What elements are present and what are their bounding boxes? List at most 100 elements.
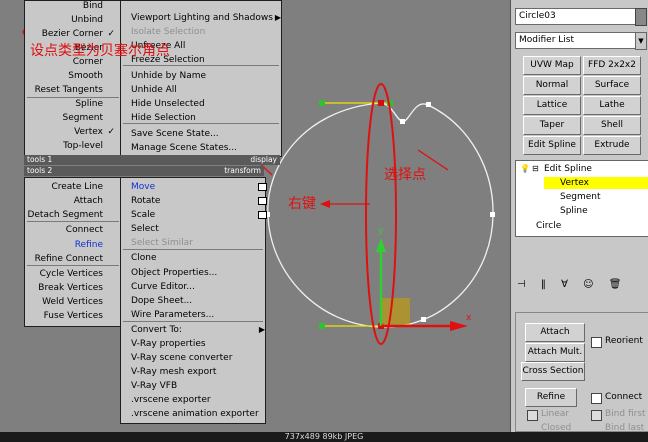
menu-item-vrscene-exporter[interactable]: .vrscene exporter: [131, 393, 255, 407]
menu-item-label: V-Ray VFB: [131, 381, 178, 391]
menu-item-label: Refine Connect: [34, 254, 103, 264]
stack-tools-row[interactable]: ⊣ ‖ ∀ ☺ 🗑: [517, 279, 645, 290]
modifier-button-ffd-2x2x2[interactable]: FFD 2x2x2: [583, 56, 641, 75]
modifier-button-surface[interactable]: Surface: [583, 76, 641, 95]
perspective-viewport[interactable]: y x Bind Unbind Bezier Corner ✓ Bezier Corner…: [0, 0, 510, 432]
menu-item-label: V-Ray scene converter: [131, 353, 233, 363]
menu-item-unbind[interactable]: Unbind: [27, 13, 103, 27]
menu-item-detach-segment[interactable]: Detach Segment: [27, 208, 103, 222]
stack-edit-spline[interactable]: Edit Spline: [544, 164, 592, 174]
menu-item-wire-parameters[interactable]: Wire Parameters...: [131, 308, 255, 322]
modifier-button-lattice[interactable]: Lattice: [523, 96, 581, 115]
modifier-button-uvw-map[interactable]: UVW Map: [523, 56, 581, 75]
object-name-field[interactable]: Circle03: [515, 8, 636, 25]
gizmo-plane: [380, 298, 410, 326]
menu-item-object-properties[interactable]: Object Properties...: [131, 266, 255, 280]
menu-item-refine-connect[interactable]: Refine Connect: [27, 252, 103, 266]
menu-item-spline[interactable]: Spline: [27, 97, 103, 111]
menu-separator: [27, 221, 119, 222]
menu-item-label: Top-level: [63, 141, 103, 151]
menu-item-manage-scene-states[interactable]: Manage Scene States...: [131, 141, 271, 155]
modifier-button-edit-spline[interactable]: Edit Spline: [523, 136, 581, 155]
menu-item-label: V-Ray mesh export: [131, 367, 217, 377]
expand-icon[interactable]: ⊟: [532, 164, 539, 173]
menu-item-hide-unselected[interactable]: Hide Unselected: [131, 97, 271, 111]
tangent-handle-bottom-left: [319, 323, 325, 329]
menu-item-reset-tangents[interactable]: Reset Tangents: [27, 83, 103, 97]
menu-item-select[interactable]: Select: [131, 222, 255, 236]
menu-item-bind[interactable]: Bind: [27, 0, 103, 13]
stack-circle[interactable]: Circle: [536, 221, 561, 231]
menu-item-segment[interactable]: Segment: [27, 111, 104, 125]
stack-vertex[interactable]: Vertex: [560, 178, 589, 188]
bind-first-checkbox[interactable]: [591, 410, 602, 421]
menu-item-move[interactable]: Move: [131, 180, 267, 194]
menu-item-vrscene-animation-exporter[interactable]: .vrscene animation exporter: [131, 407, 259, 421]
annotation-select-point: 选择点: [384, 167, 426, 183]
modifier-button-shell[interactable]: Shell: [583, 116, 641, 135]
menu-item-v-ray-properties[interactable]: V-Ray properties: [131, 337, 255, 351]
tools2-label: tools 2: [27, 166, 53, 175]
modifier-button-taper[interactable]: Taper: [523, 116, 581, 135]
checkmark-icon: ✓: [107, 29, 115, 39]
stack-segment[interactable]: Segment: [560, 192, 601, 202]
modifier-button-lathe[interactable]: Lathe: [583, 96, 641, 115]
menu-item-create-line[interactable]: Create Line: [27, 180, 103, 194]
reorient-label: Reorient: [605, 336, 643, 346]
menu-item-weld-vertices[interactable]: Weld Vertices: [27, 295, 103, 309]
attach-mult-button[interactable]: Attach Mult.: [525, 343, 585, 362]
modifier-button-extrude[interactable]: Extrude: [583, 136, 641, 155]
cross-section-button[interactable]: Cross Section: [521, 362, 585, 381]
menu-item-bezier-corner[interactable]: Bezier Corner ✓: [27, 27, 115, 41]
menu-item-break-vertices[interactable]: Break Vertices: [27, 281, 103, 295]
menu-item-unhide-by-name[interactable]: Unhide by Name: [131, 69, 271, 83]
menu-item-save-scene-state[interactable]: Save Scene State...: [131, 127, 271, 141]
menu-separator: [27, 97, 119, 98]
menu-item-label: Spline: [75, 99, 103, 109]
menu-item-v-ray-mesh-export[interactable]: V-Ray mesh export: [131, 365, 255, 379]
stack-spline[interactable]: Spline: [560, 206, 588, 216]
lightbulb-icon[interactable]: 💡: [520, 164, 530, 173]
modifier-list-dropdown[interactable]: Modifier List: [515, 32, 636, 49]
refine-button[interactable]: Refine: [525, 388, 577, 407]
menu-item-v-ray-scene-converter[interactable]: V-Ray scene converter: [131, 351, 255, 365]
menu-item-refine[interactable]: Refine: [27, 238, 103, 252]
menu-item-label: V-Ray properties: [131, 339, 206, 349]
menu-item-label: Cycle Vertices: [39, 269, 103, 279]
connect-checkbox[interactable]: [591, 393, 602, 404]
tools1-label: tools 1: [27, 155, 53, 164]
quad-display: Viewport Lighting and Shadows ▶ Isolate Se…: [120, 0, 282, 157]
options-box-icon[interactable]: [258, 183, 267, 191]
menu-item-viewport-lighting-and-shadows[interactable]: Viewport Lighting and Shadows ▶: [131, 11, 281, 25]
menu-item-label: Convert To:: [131, 325, 182, 335]
menu-item-curve-editor[interactable]: Curve Editor...: [131, 280, 255, 294]
menu-item-label: Select: [131, 224, 159, 234]
menu-item-v-ray-vfb[interactable]: V-Ray VFB: [131, 379, 255, 393]
menu-item-clone[interactable]: Clone: [131, 251, 255, 265]
quad-tools2: Create Line Attach Detach Segment Connect Re…: [24, 177, 122, 327]
menu-item-rotate[interactable]: Rotate: [131, 194, 267, 208]
tangent-handle-top-left: [319, 100, 325, 106]
object-color-swatch[interactable]: [635, 8, 647, 26]
chevron-down-icon[interactable]: ▼: [635, 32, 647, 50]
menu-item-dope-sheet[interactable]: Dope Sheet...: [131, 294, 255, 308]
linear-checkbox[interactable]: [527, 410, 538, 421]
options-box-icon[interactable]: [258, 197, 267, 205]
reorient-checkbox[interactable]: [591, 337, 602, 348]
menu-item-attach[interactable]: Attach: [27, 194, 103, 208]
menu-item-top-level[interactable]: Top-level: [27, 139, 103, 153]
menu-item-vertex[interactable]: Vertex ✓: [27, 125, 115, 139]
menu-item-cycle-vertices[interactable]: Cycle Vertices: [27, 267, 103, 281]
menu-item-fuse-vertices[interactable]: Fuse Vertices: [27, 309, 103, 323]
menu-separator: [123, 65, 279, 66]
menu-item-connect[interactable]: Connect: [27, 223, 103, 237]
menu-item-scale[interactable]: Scale: [131, 208, 267, 222]
attach-button[interactable]: Attach: [525, 323, 585, 342]
menu-item-label: Dope Sheet...: [131, 296, 193, 306]
menu-item-unhide-all[interactable]: Unhide All: [131, 83, 271, 97]
menu-item-convert-to[interactable]: Convert To: ▶: [131, 323, 265, 337]
modifier-button-normal[interactable]: Normal: [523, 76, 581, 95]
menu-item-label: Hide Selection: [131, 113, 196, 123]
menu-item-smooth[interactable]: Smooth: [27, 69, 103, 83]
options-box-icon[interactable]: [258, 211, 267, 219]
